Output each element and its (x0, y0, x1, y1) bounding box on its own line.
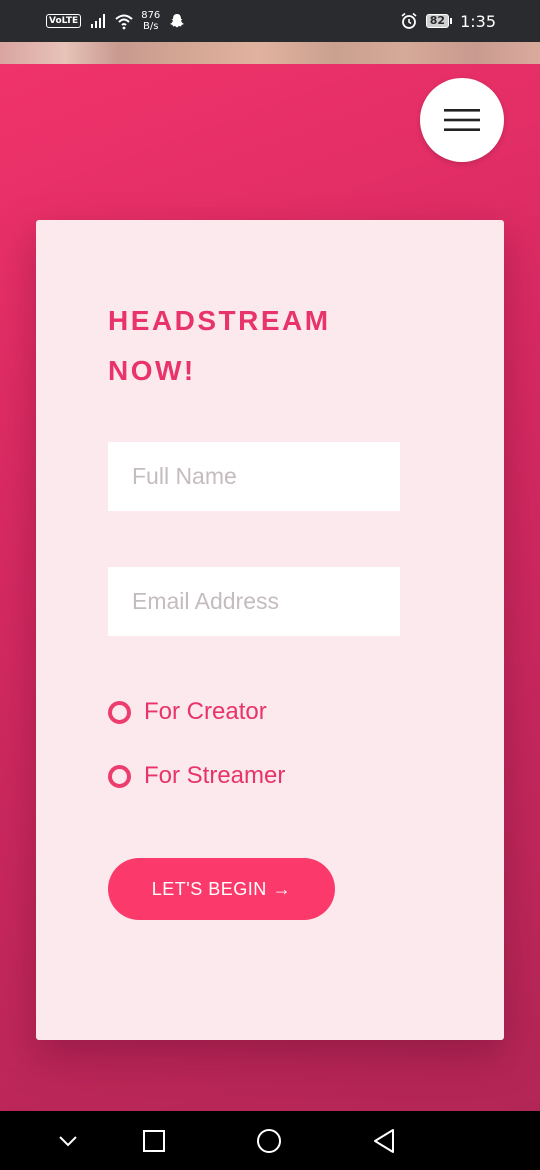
form-title-line1: HEADSTREAM (108, 305, 331, 336)
battery-icon: 82 (425, 14, 453, 28)
snapchat-icon (170, 14, 185, 28)
lets-begin-label: LET'S BEGIN (151, 878, 267, 899)
radio-streamer-label[interactable]: For Streamer (144, 762, 285, 790)
signal-icon (91, 14, 106, 28)
battery-level: 82 (425, 14, 450, 28)
signup-card: HEADSTREAM NOW! For Creator For Streamer… (36, 220, 504, 1040)
chevron-down-icon[interactable] (55, 1128, 81, 1154)
radio-option-creator[interactable]: For Creator (108, 698, 267, 726)
arrow-right-icon: → (272, 878, 292, 899)
net-speed-unit: B/s (143, 21, 159, 32)
lets-begin-button[interactable]: LET'S BEGIN → (108, 858, 335, 920)
alarm-icon (401, 12, 417, 29)
net-speed-value: 876 (141, 10, 161, 21)
radio-option-streamer[interactable]: For Streamer (108, 762, 285, 790)
radio-streamer-circle[interactable] (108, 764, 131, 788)
menu-button[interactable] (420, 78, 504, 162)
radio-creator-circle[interactable] (108, 700, 131, 724)
status-bar-left: VoLTE 876 B/s (46, 10, 186, 32)
status-bar-right: 82 1:35 (400, 12, 496, 31)
full-name-input[interactable] (108, 442, 400, 511)
status-time: 1:35 (460, 11, 496, 31)
form-title: HEADSTREAM NOW! (108, 296, 438, 396)
back-icon[interactable] (371, 1128, 397, 1154)
system-nav-bar (0, 1111, 540, 1170)
volte-badge: VoLTE (46, 14, 82, 28)
hamburger-menu-icon (444, 109, 480, 131)
home-icon[interactable] (256, 1128, 282, 1154)
form-title-line2: NOW! (108, 355, 196, 386)
email-input[interactable] (108, 567, 400, 636)
header-image-strip (0, 42, 540, 64)
network-speed: 876 B/s (141, 10, 160, 32)
wifi-icon (115, 14, 133, 30)
recent-apps-icon[interactable] (141, 1128, 167, 1154)
status-bar: VoLTE 876 B/s 82 1:35 (0, 0, 540, 42)
radio-creator-label[interactable]: For Creator (144, 698, 267, 726)
